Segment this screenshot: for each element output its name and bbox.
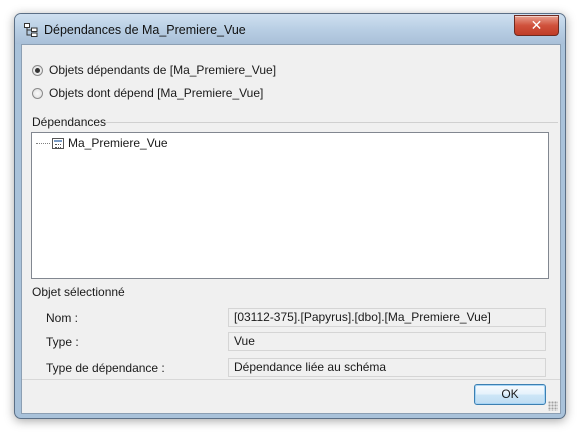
radio-depends-on-option[interactable]: Objets dont dépend [Ma_Premiere_Vue] <box>32 85 263 101</box>
dependencies-tree[interactable]: Ma_Premiere_Vue <box>31 132 549 279</box>
view-icon <box>52 137 64 149</box>
dependencies-divider <box>105 122 558 123</box>
radio-depends-on-label: Objets dont dépend [Ma_Premiere_Vue] <box>49 86 264 100</box>
dependencies-dialog: Dépendances de Ma_Premiere_Vue ✕ Objets … <box>14 13 566 419</box>
tree-connector <box>36 142 50 144</box>
tree-item[interactable]: Ma_Premiere_Vue <box>36 136 168 150</box>
tree-item-label: Ma_Premiere_Vue <box>68 136 168 150</box>
dependency-type-label: Type de dépendance : <box>46 361 165 375</box>
radio-dependents[interactable] <box>32 64 43 76</box>
dependency-type-field[interactable]: Dépendance liée au schéma <box>228 358 546 377</box>
name-label: Nom : <box>46 311 79 325</box>
close-button[interactable]: ✕ <box>514 15 559 36</box>
selected-object-header: Objet sélectionné <box>32 285 125 299</box>
radio-dependents-label: Objets dépendants de [Ma_Premiere_Vue] <box>49 63 277 77</box>
dependencies-label: Dépendances <box>32 115 107 129</box>
close-icon: ✕ <box>530 17 543 33</box>
radio-depends-on[interactable] <box>32 87 43 99</box>
title-bar[interactable]: Dépendances de Ma_Premiere_Vue ✕ <box>15 14 565 44</box>
type-label: Type : <box>46 335 79 349</box>
name-field[interactable]: [03112-375].[Papyrus].[dbo].[Ma_Premiere… <box>228 308 546 327</box>
dependency-tree-icon <box>24 23 38 37</box>
window-title: Dépendances de Ma_Premiere_Vue <box>44 23 246 37</box>
type-field[interactable]: Vue <box>228 332 546 351</box>
footer-divider <box>22 379 560 380</box>
dialog-body: Objets dépendants de [Ma_Premiere_Vue] O… <box>21 44 561 414</box>
resize-grip[interactable] <box>548 401 558 411</box>
radio-dependents-option[interactable]: Objets dépendants de [Ma_Premiere_Vue] <box>32 62 276 78</box>
ok-button[interactable]: OK <box>474 384 546 405</box>
